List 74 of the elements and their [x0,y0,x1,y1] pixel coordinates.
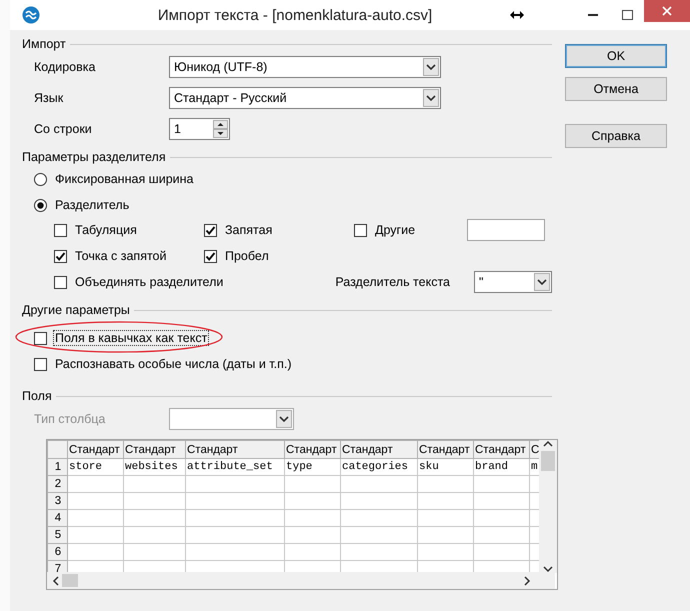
scroll-up-icon[interactable] [543,440,553,448]
row-number: 4 [48,510,68,526]
checkbox-label[interactable]: Распознавать особые числа (даты и т.п.) [53,356,294,372]
radio-label[interactable]: Фиксированная ширина [53,171,196,187]
minimize-icon [588,14,598,16]
column-header[interactable]: Стандарт [284,440,340,458]
field-label: Язык [34,91,64,105]
dropdown-field[interactable]: Юникод (UTF-8) [169,56,441,78]
dropdown-field[interactable]: Стандарт - Русский [169,87,441,109]
vertical-scrollbar[interactable] [539,440,557,573]
dialog-button[interactable]: OK [565,44,667,68]
close-icon [662,6,672,16]
checkbox[interactable] [54,276,67,288]
radio-button[interactable] [34,198,47,212]
scroll-left-icon[interactable] [52,576,60,586]
scrollbar-thumb[interactable] [62,574,78,587]
checkbox-label[interactable]: Другие [373,222,418,238]
group-heading: Параметры разделителя [22,150,166,164]
checkbox-label[interactable]: Объединять разделители [73,274,226,290]
group-heading: Другие параметры [22,303,130,317]
dropdown-field[interactable] [169,408,294,430]
checkbox[interactable] [34,358,47,370]
maximize-icon [622,10,632,20]
checkbox[interactable] [54,224,67,236]
column-header[interactable]: Стандарт [124,440,186,458]
column-header[interactable]: Стандарт [418,440,474,458]
table-cell: sku [418,458,474,476]
app-logo-icon [22,6,40,24]
row-number: 1 [48,458,68,476]
checkbox-label[interactable]: Пробел [223,248,271,264]
group-heading: Импорт [22,37,66,51]
field-label: Со строки [34,122,93,136]
other-separator-field[interactable] [467,219,545,241]
checkbox[interactable] [354,224,367,236]
dialog-button[interactable]: Отмена [565,77,667,101]
column-header[interactable]: Стандарт [474,440,530,458]
window-title: Импорт текста - [nomenklatura-auto.csv] [156,6,434,24]
dialog-button[interactable]: Справка [565,124,667,148]
dropdown-field[interactable]: " [474,271,552,293]
resize-cursor-icon [510,11,524,19]
scroll-down-icon[interactable] [543,565,553,573]
checkbox-label[interactable]: Поля в кавычках как текст [53,330,210,346]
checkbox-label[interactable]: Запятая [223,222,274,238]
radio-label[interactable]: Разделитель [53,197,132,213]
horizontal-scrollbar[interactable] [47,572,555,589]
scroll-right-icon[interactable] [523,576,531,586]
checkbox[interactable] [204,224,217,236]
field-label: Разделитель текста [335,275,450,289]
row-number: 3 [48,492,68,510]
group-heading: Поля [22,389,52,403]
checkbox[interactable] [54,250,67,262]
spin-arrows-icon[interactable] [213,120,228,138]
checkbox[interactable] [34,332,47,344]
row-number: 5 [48,526,68,544]
row-number: 2 [48,476,68,492]
radio-button[interactable] [34,172,47,186]
column-header[interactable]: Стандарт [186,440,284,458]
checkbox-label[interactable]: Табуляция [73,222,139,238]
table-cell: attribute_set [186,458,284,476]
table-cell: categories [340,458,418,476]
field-label: Тип столбца [34,412,106,426]
spin-field[interactable]: 1 [169,118,230,140]
table-cell: type [284,458,340,476]
table-cell: store [68,458,124,476]
scrollbar-thumb[interactable] [541,451,555,471]
checkbox[interactable] [204,250,217,262]
table-cell: websites [124,458,186,476]
checkbox-label[interactable]: Точка с запятой [73,248,168,264]
column-header[interactable]: Стандарт [68,440,124,458]
field-label: Кодировка [34,60,96,74]
close-button[interactable] [644,0,690,22]
table-cell: brand [474,458,530,476]
column-header[interactable]: Стандарт [340,440,418,458]
row-number: 6 [48,544,68,560]
